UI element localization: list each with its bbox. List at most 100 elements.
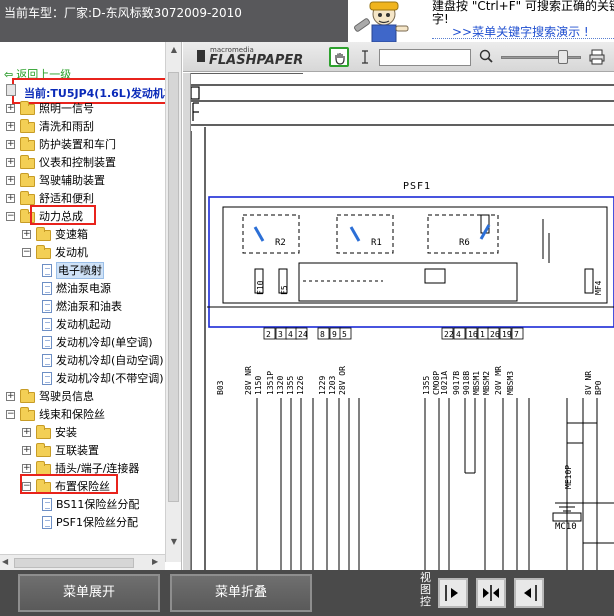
folder-icon [20, 389, 35, 403]
scroll-down-icon[interactable]: ▼ [168, 536, 180, 548]
app-window: 当前车型：厂家:D-东风标致3072009-2010 建盘按 "Ctrl+F" … [0, 0, 614, 616]
search-hint-banner[interactable]: 建盘按 "Ctrl+F" 可搜索正确的关键 字! >>菜单关键字搜索演示 ! [348, 0, 614, 42]
expand-plus-icon[interactable]: + [22, 230, 31, 239]
expand-plus-icon[interactable]: + [22, 464, 31, 473]
expand-menu-button[interactable]: 菜单展开 [18, 574, 160, 612]
pin-number: 3 [278, 330, 283, 339]
tree-folder-item[interactable]: + 防护装置和车门 [0, 136, 165, 153]
relay-label-group: R2 R1 R6 [275, 238, 470, 248]
tree-leaf-item[interactable]: PSF1保险丝分配 [0, 514, 165, 531]
tree-vertical-scrollbar[interactable]: ▲ ▼ [165, 42, 181, 562]
tree-leaf-item[interactable]: 发动机冷却(不带空调) [0, 370, 165, 387]
print-button[interactable] [587, 47, 607, 67]
tree-horizontal-scrollbar[interactable]: ◀ ▶ [0, 554, 165, 570]
tree-item-label: PSF1保险丝分配 [56, 516, 138, 529]
expand-plus-icon[interactable]: + [22, 428, 31, 437]
tree-folder-item[interactable]: + 驾驶员信息 [0, 388, 165, 405]
wire-label: 9018B [462, 371, 471, 395]
bottom-toolbar: 菜单展开 菜单折叠 视图控 [0, 570, 614, 616]
view-right-button[interactable] [514, 578, 544, 608]
collapse-minus-icon[interactable]: − [6, 212, 15, 221]
tree-folder-item[interactable]: − 发动机 [0, 244, 165, 261]
tree-leaf-item[interactable]: 电子喷射 [0, 262, 165, 279]
tree-item-label: 燃油泵电源 [56, 282, 111, 295]
tree-leaf-item[interactable]: 发动机冷却(单空调) [0, 334, 165, 351]
expand-plus-icon[interactable]: + [22, 446, 31, 455]
find-text-input[interactable] [379, 49, 471, 66]
collapse-minus-icon[interactable]: − [22, 248, 31, 257]
promo-text-line1: 建盘按 "Ctrl+F" 可搜索正确的关键 [432, 0, 614, 13]
tree-leaf-item[interactable]: 发动机冷却(自动空调) [0, 352, 165, 369]
expand-plus-icon[interactable]: + [6, 104, 15, 113]
expand-plus-icon[interactable]: + [6, 176, 15, 185]
arrow-left-to-bar-icon [524, 585, 537, 601]
find-button[interactable] [477, 47, 497, 67]
arrow-right-to-bar-icon [445, 585, 458, 601]
view-left-button[interactable] [438, 578, 468, 608]
tree-folder-item[interactable]: + 驾驶辅助装置 [0, 172, 165, 189]
horizontal-scroll-thumb[interactable] [14, 558, 134, 568]
document-viewer: macromedia FLASHPAPER PSF1 R2 R1 R6 F10 … [183, 42, 614, 570]
scroll-up-icon[interactable]: ▲ [168, 44, 180, 56]
tree-leaf-item[interactable]: 燃油泵电源 [0, 280, 165, 297]
folder-icon [20, 155, 35, 169]
document-icon [42, 318, 52, 331]
pin-number: 24 [298, 330, 308, 339]
document-icon [42, 264, 52, 277]
tree-folder-item[interactable]: − 线束和保险丝 [0, 406, 165, 423]
tree-item-label: 安装 [55, 426, 77, 439]
tree-folder-item[interactable]: + 清洗和雨刮 [0, 118, 165, 135]
zoom-slider-thumb[interactable] [558, 50, 568, 64]
expand-plus-icon[interactable]: + [6, 194, 15, 203]
page-left-edge [183, 73, 191, 570]
expand-plus-icon[interactable]: + [6, 122, 15, 131]
relay-label: R6 [459, 238, 470, 248]
expand-plus-icon[interactable]: + [6, 158, 15, 167]
document-icon [42, 498, 52, 511]
vertical-scroll-thumb[interactable] [168, 72, 179, 502]
folder-icon [36, 227, 51, 241]
tree-item-label: 变速箱 [55, 228, 88, 241]
view-split-button[interactable] [476, 578, 506, 608]
promo-link-underline [432, 38, 614, 39]
collapse-minus-icon[interactable]: − [6, 410, 15, 419]
fuse-label: MF4 [594, 280, 603, 295]
nav-tree-panel: ⇦ 返回上一级 当前:TU5JP4(1.6L)发动机车系 + 照明一信号 + 清洗和雨刮… [0, 42, 182, 570]
fuse-label: F5 [280, 285, 289, 295]
tree-leaf-item[interactable]: 燃油泵和油表 [0, 298, 165, 315]
wire-label: 1150 [254, 376, 263, 395]
tree-leaf-item[interactable]: BS11保险丝分配 [0, 496, 165, 513]
folder-icon [36, 443, 51, 457]
tree-item-label: 驾驶员信息 [39, 390, 94, 403]
tree-folder-item[interactable]: + 仪表和控制装置 [0, 154, 165, 171]
wire-label: 1226 [296, 376, 305, 395]
tree-folder-item[interactable]: + 照明一信号 [0, 100, 165, 117]
wire-label: 1320 [276, 376, 285, 395]
wiring-diagram-page[interactable]: PSF1 R2 R1 R6 F10 F5 MF4 2 3 4 24 8 9 5 … [183, 73, 614, 570]
scroll-right-icon[interactable]: ▶ [152, 557, 158, 566]
tree-leaf-item[interactable]: 发动机起动 [0, 316, 165, 333]
ground-label: ME10P [564, 465, 573, 489]
zoom-slider-track[interactable] [501, 56, 581, 59]
tree-folder-item[interactable]: + 安装 [0, 424, 165, 441]
scroll-left-icon[interactable]: ◀ [2, 557, 8, 566]
text-cursor-icon [362, 50, 368, 64]
collapse-menu-button[interactable]: 菜单折叠 [170, 574, 312, 612]
hand-tool-button[interactable] [329, 47, 349, 67]
highlight-power-assembly [30, 205, 96, 225]
wire-label: 1351P [266, 371, 275, 395]
wire-label: 9017B [452, 371, 461, 395]
folder-icon [20, 173, 35, 187]
expand-plus-icon[interactable]: + [6, 392, 15, 401]
wire-label: MBSM1 [472, 371, 481, 395]
expand-plus-icon[interactable]: + [6, 140, 15, 149]
wire-label: 20V MR [494, 366, 503, 395]
pin-number: 16 [468, 330, 478, 339]
document-icon [42, 336, 52, 349]
tree-folder-item[interactable]: + 互联装置 [0, 442, 165, 459]
tree-item-label: 防护装置和车门 [39, 138, 116, 151]
tree-folder-item[interactable]: + 变速箱 [0, 226, 165, 243]
tree-item-label: 驾驶辅助装置 [39, 174, 105, 187]
text-select-tool-button[interactable] [355, 47, 375, 67]
folder-icon [20, 191, 35, 205]
